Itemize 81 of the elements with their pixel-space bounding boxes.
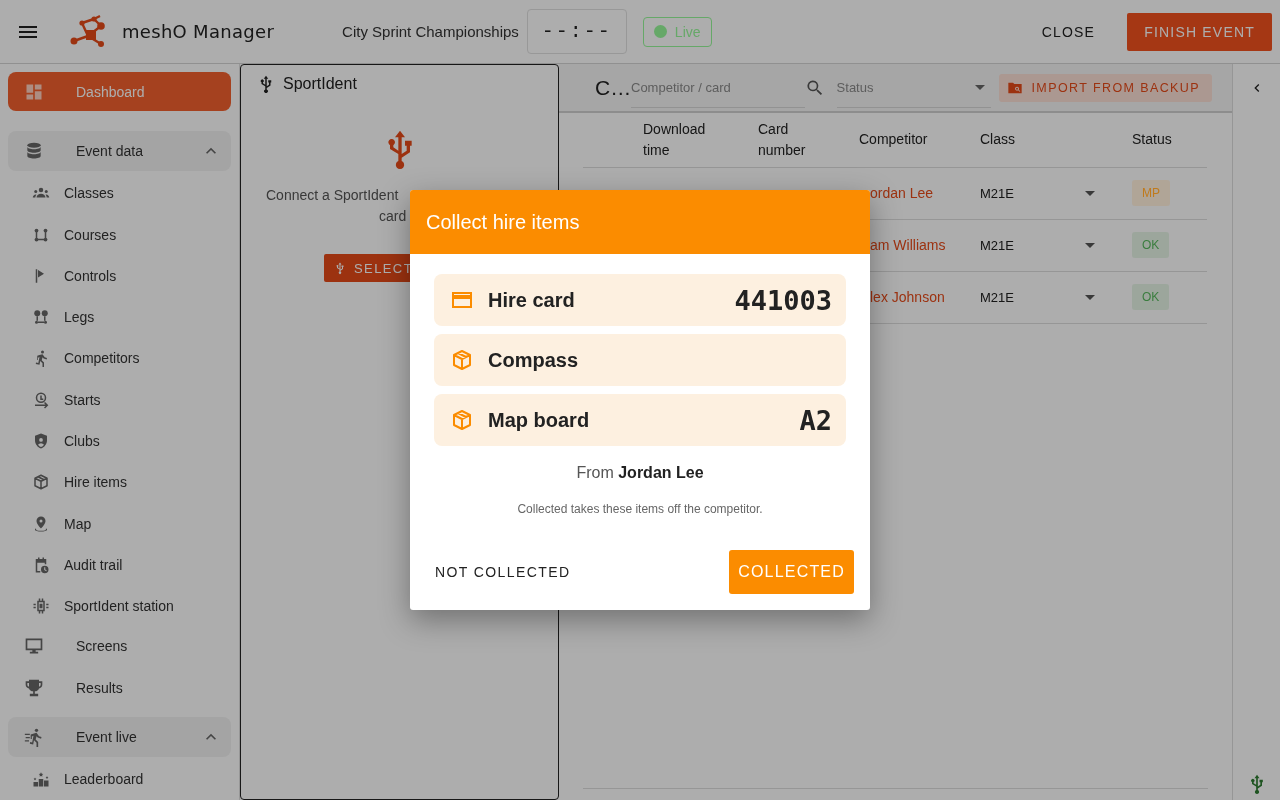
cube-icon <box>450 408 474 432</box>
clock-display: --:-- <box>526 9 627 54</box>
nav-label: Starts <box>64 391 101 408</box>
shield-icon <box>32 431 50 450</box>
nav-item[interactable]: Controls <box>8 255 231 297</box>
column-header[interactable]: Status <box>1132 113 1207 167</box>
dialog-title: Collect hire items <box>410 190 870 254</box>
nav-item[interactable]: Starts <box>8 379 231 421</box>
nav-label: Screens <box>76 638 129 655</box>
caret-icon[interactable] <box>1085 294 1095 300</box>
chip-icon <box>32 597 50 616</box>
database-icon <box>24 140 44 161</box>
item-value: A2 <box>799 404 832 436</box>
search-field[interactable]: Competitor / card <box>631 67 805 108</box>
item-label: Compass <box>488 348 579 372</box>
monitor-icon <box>24 636 44 657</box>
nav-item[interactable]: Audit trail <box>8 544 231 586</box>
nav-item[interactable]: Clubs <box>8 420 231 462</box>
nav-label: SportIdent station <box>64 598 174 615</box>
nav-label: Dashboard <box>76 83 146 100</box>
nav-label: Event data <box>76 142 144 159</box>
note-text: Collected takes these items off the competitor. <box>516 502 764 516</box>
nav-item[interactable]: Event live <box>8 717 231 757</box>
column-header[interactable]: Card number <box>758 113 859 167</box>
cube-icon <box>450 348 474 372</box>
nav-item[interactable]: Classes <box>8 172 231 214</box>
nav-label: Clubs <box>64 432 100 449</box>
nav-label: Controls <box>64 267 117 284</box>
from-text: From Jordan Lee <box>575 464 705 482</box>
item-label: Map board <box>488 408 590 432</box>
panel-title: SportIdent <box>283 75 357 93</box>
column-header[interactable]: Download time <box>643 113 758 167</box>
item-label: Hire card <box>488 288 575 312</box>
live-label: Live <box>674 23 701 40</box>
column-header[interactable]: Class <box>980 113 1079 167</box>
status-chip: OK <box>1132 232 1170 258</box>
caret-icon[interactable] <box>1085 242 1095 248</box>
nav-label: Audit trail <box>64 556 123 573</box>
nav-item[interactable]: Courses <box>8 213 231 256</box>
cube-icon <box>32 473 50 492</box>
nav-label: Event live <box>76 729 138 745</box>
running-figure-icon <box>24 727 44 747</box>
nav-item[interactable]: Map <box>8 502 231 545</box>
nav-label: Map <box>64 515 92 532</box>
nav-item[interactable]: Leaderboard <box>8 758 231 800</box>
trophy-icon <box>24 677 44 698</box>
column-header[interactable]: Competitor <box>859 113 980 167</box>
nav-label: Classes <box>64 185 114 202</box>
nav-label: Results <box>76 679 124 696</box>
nav-item[interactable]: Event data <box>8 131 231 171</box>
nav-item[interactable]: Screens <box>8 626 231 667</box>
nav-label: Competitors <box>64 350 140 367</box>
status-chip: MP <box>1132 180 1170 206</box>
table-cell: M21E <box>980 219 1079 271</box>
nav-item[interactable]: Competitors <box>8 337 231 380</box>
nav-item[interactable]: Results <box>8 668 231 708</box>
location-pin-icon <box>32 514 50 533</box>
clock-icon <box>32 390 50 409</box>
podium-icon <box>32 770 50 789</box>
not-collected-button[interactable]: NOT COLLECTED <box>425 554 581 590</box>
nav-label: Hire items <box>64 474 127 491</box>
usb-icon <box>334 261 346 275</box>
app-title: meshO Manager <box>122 21 275 42</box>
item-value: 441003 <box>734 284 832 316</box>
close-button[interactable]: CLOSE <box>1024 12 1113 51</box>
table-cell: M21E <box>980 167 1079 219</box>
message-text: card <box>379 207 407 226</box>
nav-label: Courses <box>64 226 117 243</box>
nav-label: Leaderboard <box>64 771 144 788</box>
event-name: City Sprint Championships <box>342 23 519 40</box>
nav-item[interactable]: Legs <box>8 296 231 338</box>
caret-icon <box>975 84 986 90</box>
caret-icon[interactable] <box>1085 190 1095 196</box>
nav-item[interactable]: Hire items <box>8 461 231 503</box>
message-text: Connect a SportIdent <box>266 186 399 205</box>
panel-title: C… <box>595 75 631 100</box>
nav-label: Legs <box>64 309 95 326</box>
nav-item[interactable]: SportIdent station <box>8 585 231 627</box>
pins-icon <box>32 308 50 327</box>
table-cell: M21E <box>980 271 1079 323</box>
status-chip: OK <box>1132 284 1170 310</box>
